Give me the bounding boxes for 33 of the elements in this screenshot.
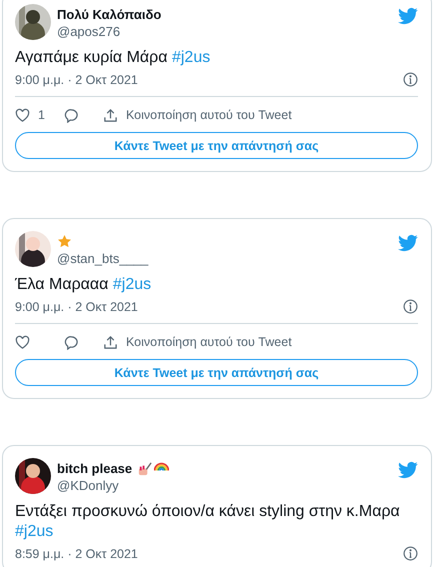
bird-logo-icon[interactable]: [398, 460, 418, 480]
tweet-text: Αγαπάμε κυρία Μάρα #j2us: [15, 48, 212, 68]
share-icon[interactable]: [103, 334, 118, 350]
tweet-text: Έλα Μαρααα #j2us: [15, 275, 152, 295]
user-handle: @apos276: [57, 24, 122, 38]
info-icon[interactable]: [403, 546, 418, 561]
like-count: 1: [38, 108, 45, 122]
info-icon[interactable]: [403, 299, 418, 314]
display-name: bitch please: [57, 461, 132, 476]
info-icon[interactable]: [403, 72, 418, 87]
nail-polish-icon: [137, 461, 152, 476]
hashtag-link[interactable]: #j2us: [112, 276, 152, 293]
bird-logo-icon[interactable]: [398, 6, 418, 26]
reply-icon[interactable]: [64, 108, 79, 122]
heart-icon[interactable]: [15, 334, 30, 350]
share-link[interactable]: Κοινοποίηση αυτού του Tweet: [126, 108, 292, 122]
display-name: Πολύ Καλόπαιδο: [57, 7, 162, 22]
hashtag-link[interactable]: #j2us: [15, 523, 54, 540]
reply-icon[interactable]: [64, 334, 79, 350]
heart-icon[interactable]: [15, 108, 30, 122]
bird-logo-icon[interactable]: [398, 233, 418, 253]
tweet-timestamp[interactable]: 9:00 μ.μ. · 2 Οκτ 2021: [15, 72, 138, 86]
reply-button[interactable]: Κάντε Tweet με την απάντησή σας: [15, 132, 418, 159]
star-icon: [57, 234, 72, 249]
tweet-timestamp[interactable]: 9:00 μ.μ. · 2 Οκτ 2021: [15, 300, 138, 314]
reply-button[interactable]: Κάντε Tweet με την απάντησή σας: [15, 359, 418, 386]
share-link[interactable]: Κοινοποίηση αυτού του Tweet: [126, 335, 292, 349]
user-handle: @KDonlyy: [57, 478, 120, 493]
hashtag-link[interactable]: #j2us: [172, 49, 210, 66]
tweet-text: Εντάξει προσκυνώ όποιον/α κάνει styling στην κ.Μαρα #j2us: [15, 502, 401, 542]
share-icon[interactable]: [103, 108, 118, 122]
tweet-timestamp[interactable]: 8:59 μ.μ. · 2 Οκτ 2021: [15, 546, 138, 560]
user-handle: @stan_bts____: [57, 250, 150, 266]
